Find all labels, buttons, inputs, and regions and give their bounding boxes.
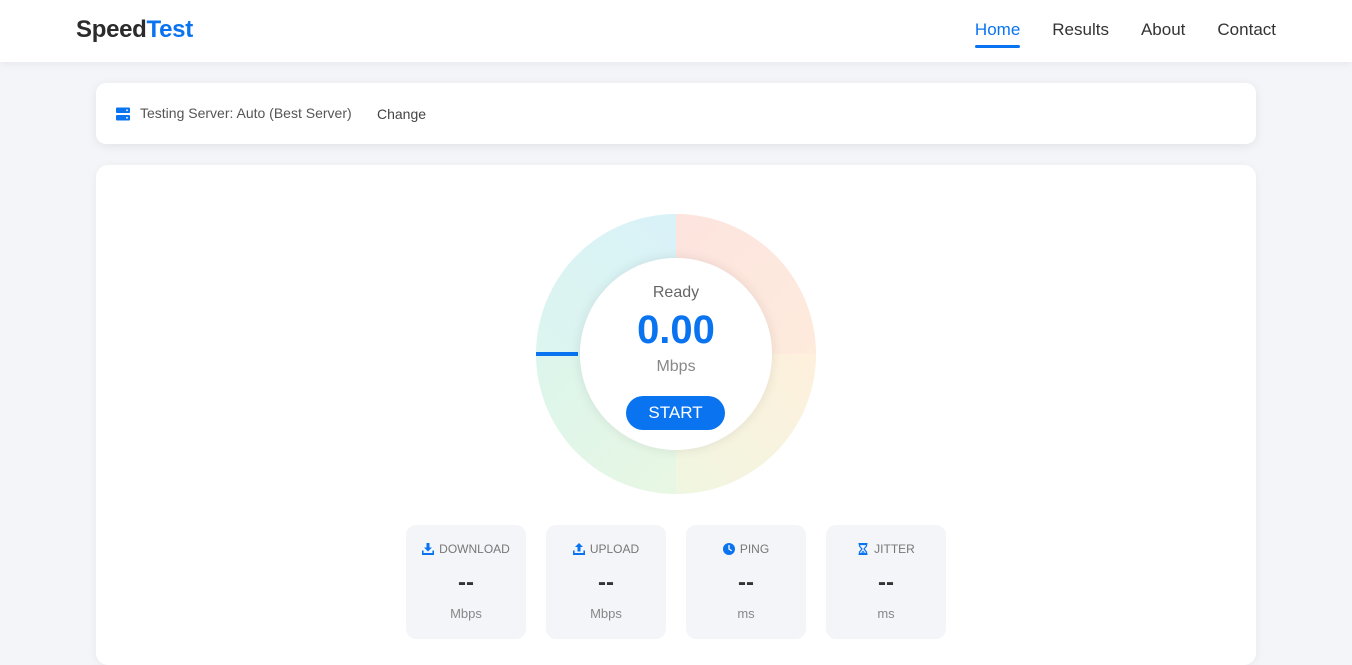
stat-download: DOWNLOAD -- Mbps [406,525,526,639]
main-nav: Home Results About Contact [974,20,1276,48]
speed-unit: Mbps [656,358,696,375]
stat-label: UPLOAD [589,542,640,556]
server-label: Testing Server: Auto (Best Server) [140,105,352,121]
nav-about[interactable]: About [1141,20,1185,48]
stat-head: JITTER [826,542,946,556]
stat-head: PING [686,542,806,556]
server-card: Testing Server: Auto (Best Server) Chang… [96,83,1256,144]
test-status: Ready [652,284,700,301]
stat-value: -- [598,569,614,596]
stat-head: DOWNLOAD [406,542,526,556]
hourglass-icon [858,543,868,555]
stat-value: -- [738,569,754,596]
stats-row: DOWNLOAD -- Mbps UPLOAD -- Mbps PING -- … [406,525,946,639]
stat-unit: ms [877,606,895,621]
speed-gauge: Ready 0.00 Mbps START [536,214,816,494]
stat-ping: PING -- ms [686,525,806,639]
nav-results[interactable]: Results [1052,20,1109,48]
stat-unit: ms [737,606,755,621]
stat-label: PING [739,542,770,556]
brand-text-speed: Speed [76,16,147,43]
nav-home[interactable]: Home [974,20,1021,48]
stat-upload: UPLOAD -- Mbps [546,525,666,639]
speedtest-card: Ready 0.00 Mbps START DOWNLOAD -- Mbps U… [96,165,1256,665]
top-navbar: SpeedTest Home Results About Contact [0,0,1352,62]
change-server-button[interactable]: Change [377,106,426,122]
download-icon [422,543,435,555]
speed-value: 0.00 [637,308,715,352]
stat-unit: Mbps [590,606,622,621]
stat-jitter: JITTER -- ms [826,525,946,639]
clock-icon [722,543,735,555]
upload-icon [572,543,585,555]
stat-value: -- [878,569,894,596]
start-button[interactable]: START [626,396,725,430]
stat-label: DOWNLOAD [439,542,510,556]
stat-unit: Mbps [450,606,482,621]
brand-logo[interactable]: SpeedTest [76,16,193,44]
nav-contact[interactable]: Contact [1217,20,1276,48]
stat-label: JITTER [874,542,915,556]
server-icon [116,107,130,121]
brand-text-test: Test [146,16,194,43]
stat-value: -- [458,569,474,596]
stat-head: UPLOAD [546,542,666,556]
